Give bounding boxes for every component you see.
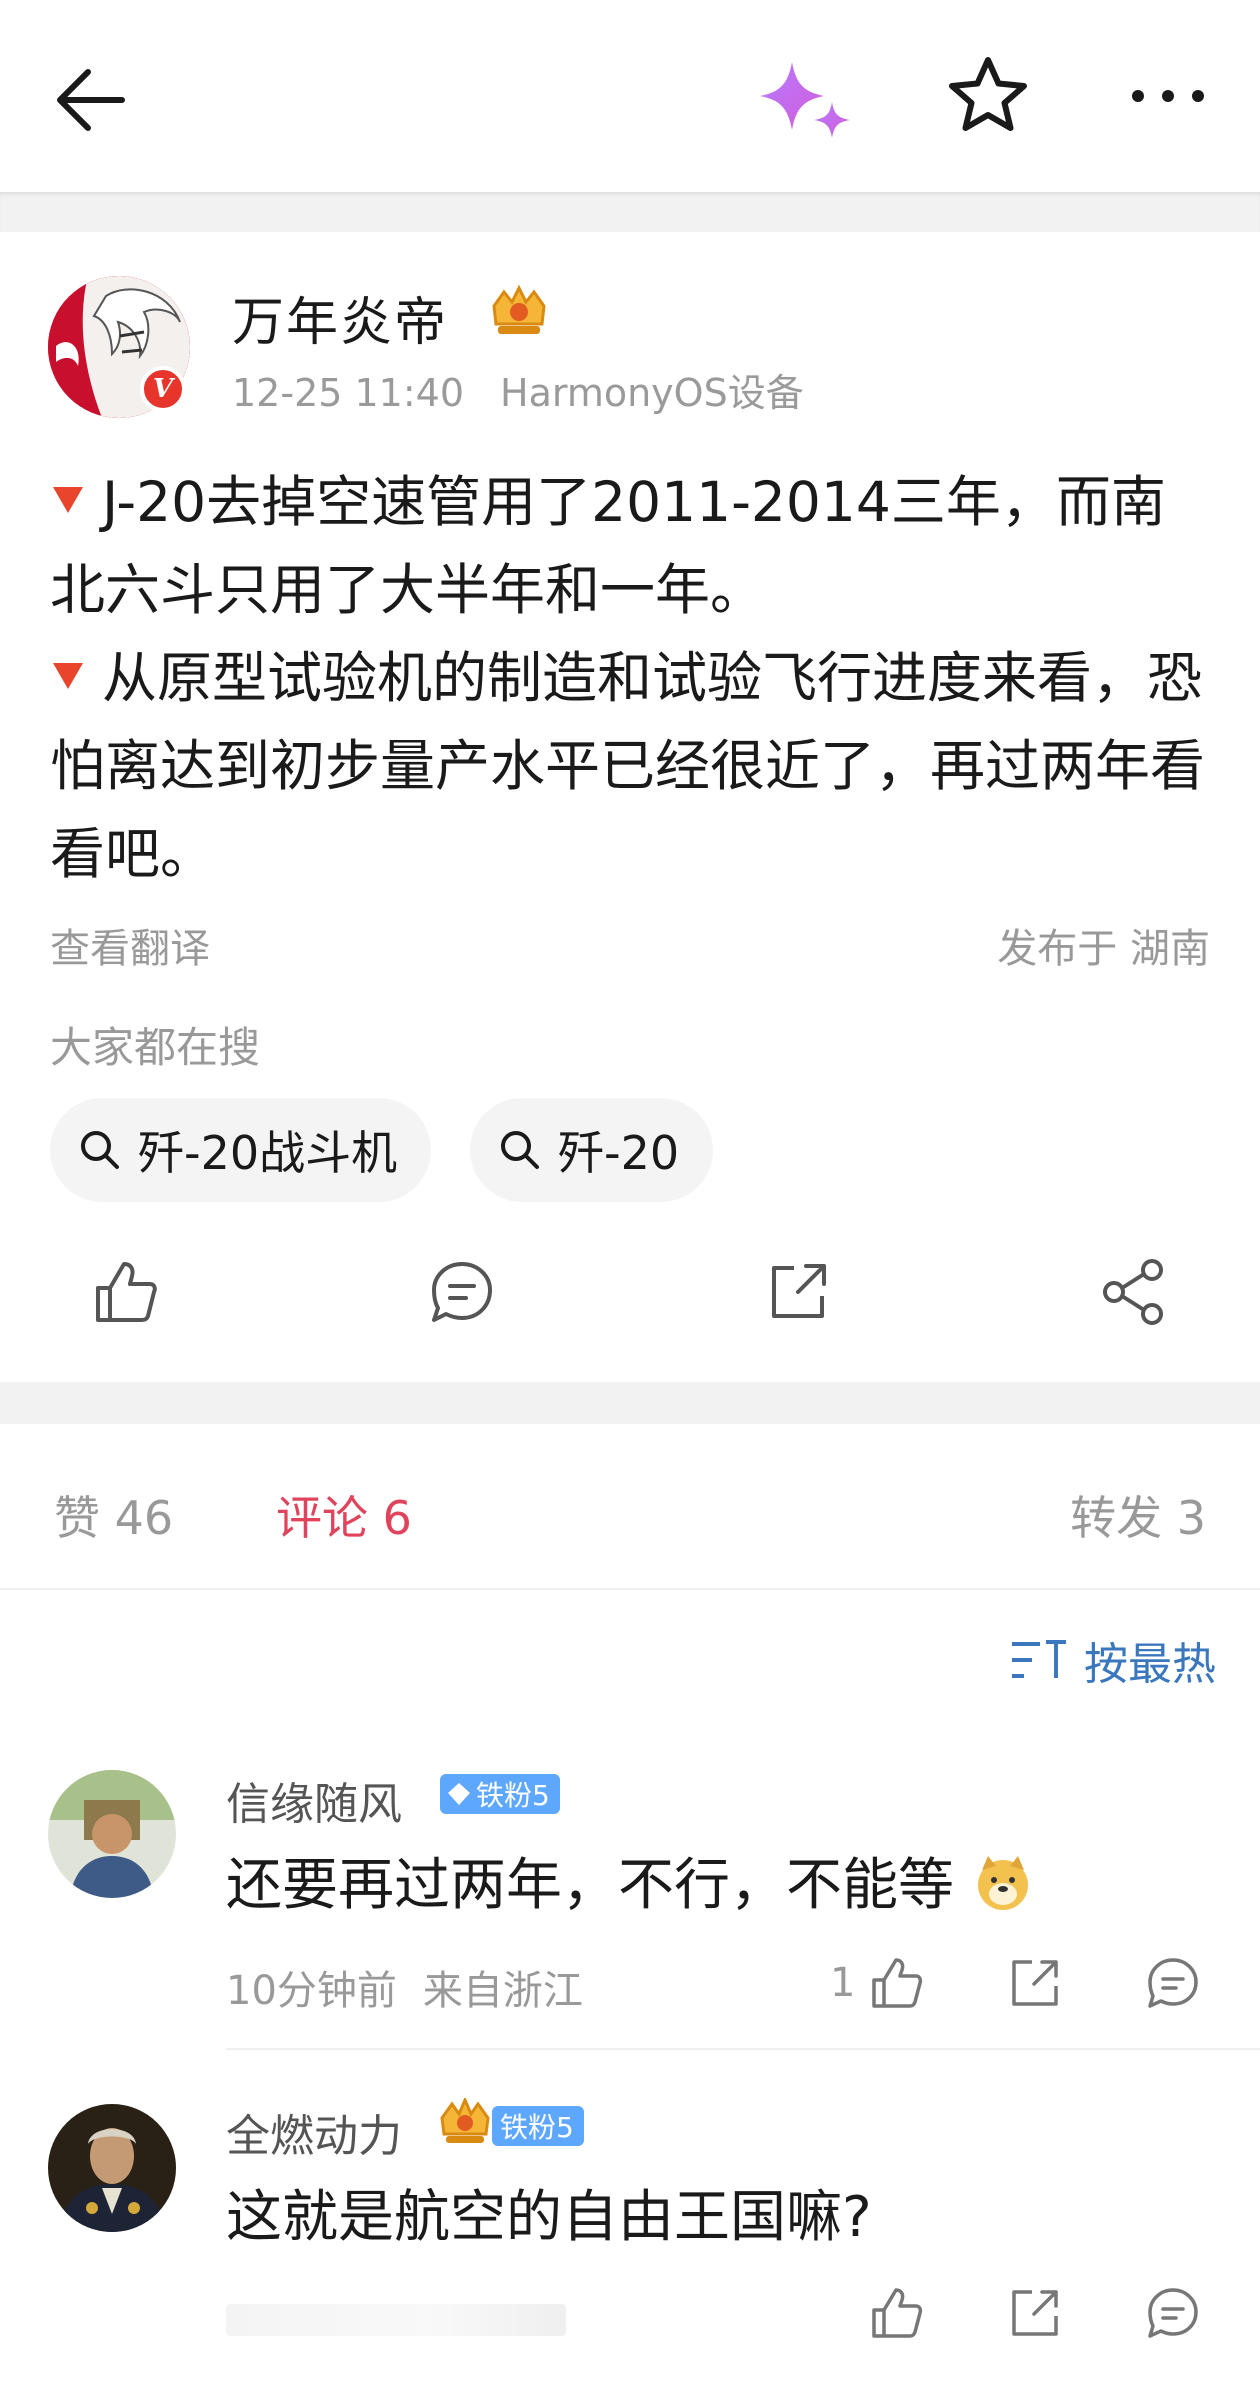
- post-content: J-20去掉空速管用了2011-2014三年，而南北六斗只用了大半年和一年。 从…: [50, 458, 1220, 898]
- search-icon: [81, 1131, 119, 1169]
- like-icon[interactable]: [90, 1256, 162, 1328]
- comment-text: 还要再过两年，不行，不能等: [226, 1840, 1032, 1921]
- fan-badge: 铁粉5: [440, 1774, 560, 1814]
- blurred-meta: [226, 2304, 566, 2336]
- tab-likes[interactable]: 赞 46: [54, 1482, 173, 1548]
- search-icon: [501, 1131, 539, 1169]
- crown-badge-icon: [440, 2098, 490, 2143]
- comment-icon[interactable]: [426, 1256, 498, 1328]
- doge-emoji-icon: [977, 1856, 1028, 1910]
- comment-text: 这就是航空的自由王国嘛?: [226, 2185, 872, 2250]
- reply-icon[interactable]: [1144, 1954, 1202, 2012]
- top-navigation-bar: [0, 0, 1260, 192]
- translate-link[interactable]: 查看翻译: [50, 916, 210, 974]
- post-device: HarmonyOS设备: [500, 371, 804, 415]
- red-triangle-icon: [53, 663, 83, 689]
- repost-icon[interactable]: [762, 1256, 834, 1328]
- comment-meta: 10分钟前 来自浙江: [226, 1958, 609, 2016]
- commenter-name[interactable]: 信缘随风: [226, 1768, 402, 1832]
- post-card: V 万年炎帝 12-25 11:40 HarmonyOS设备 J-20去掉空速管用…: [0, 232, 1260, 1382]
- reply-icon[interactable]: [1144, 2284, 1202, 2342]
- commenter-avatar[interactable]: [48, 2104, 176, 2232]
- sort-icon: [1012, 1640, 1066, 1678]
- verified-badge: V: [140, 366, 186, 412]
- like-icon[interactable]: [868, 2284, 926, 2342]
- star-icon[interactable]: [946, 54, 1030, 138]
- crown-badge-icon: [492, 284, 546, 334]
- search-chip[interactable]: 歼-20战斗机: [50, 1098, 432, 1202]
- arrow-left-icon[interactable]: [52, 60, 132, 140]
- share-icon[interactable]: [1098, 1256, 1170, 1328]
- post-stats-tabs: 赞 46 评论 6 转发 3: [0, 1424, 1260, 1590]
- more-dots-icon[interactable]: [1126, 70, 1210, 122]
- diamond-icon: [448, 1783, 470, 1805]
- repost-icon[interactable]: [1006, 2284, 1064, 2342]
- post-meta: 12-25 11:40 HarmonyOS设备: [232, 362, 840, 417]
- comment-divider: [226, 2048, 1260, 2050]
- red-triangle-icon: [53, 487, 83, 513]
- repost-icon[interactable]: [1006, 1954, 1064, 2012]
- post-time: 12-25 11:40: [232, 371, 465, 415]
- sort-button[interactable]: 按最热: [1010, 1628, 1216, 1692]
- section-separator: [0, 192, 1260, 232]
- commenter-avatar[interactable]: [48, 1770, 176, 1898]
- fan-badge: 铁粉5: [492, 2106, 584, 2146]
- like-icon[interactable]: [868, 1954, 926, 2012]
- comment-like-count: 1: [830, 1960, 856, 2006]
- section-separator: [0, 1382, 1260, 1424]
- author-name[interactable]: 万年炎帝: [232, 280, 448, 355]
- comment-time: 10分钟前: [226, 1968, 397, 2014]
- post-location: 发布于 湖南: [997, 926, 1210, 972]
- tab-reposts[interactable]: 转发 3: [1070, 1482, 1206, 1548]
- sparkle-icon[interactable]: [756, 56, 852, 140]
- comment-location: 来自浙江: [422, 1968, 583, 2014]
- trending-search-label: 大家都在搜: [50, 1023, 261, 1072]
- post-paragraph: J-20去掉空速管用了2011-2014三年，而南北六斗只用了大半年和一年。: [50, 470, 1166, 622]
- commenter-name[interactable]: 全燃动力: [226, 2100, 402, 2164]
- search-chip[interactable]: 歼-20: [470, 1098, 714, 1202]
- post-paragraph: 从原型试验机的制造和试验飞行进度来看，恐怕离达到初步量产水平已经很近了，再过两年…: [50, 646, 1206, 886]
- tab-comments[interactable]: 评论 6: [276, 1482, 412, 1548]
